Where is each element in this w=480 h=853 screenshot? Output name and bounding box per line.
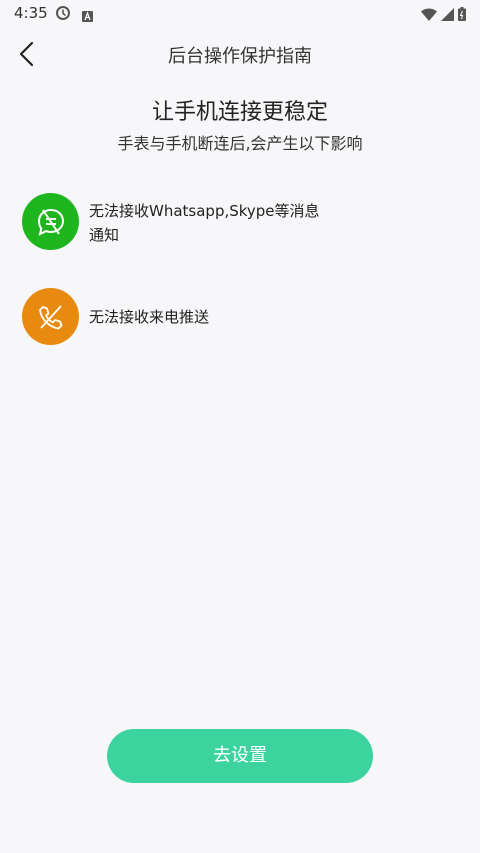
header: 后台操作保护指南 xyxy=(0,28,480,80)
impact-item-calls: 无法接收来电推送 xyxy=(22,288,462,345)
impact-text-messages: 无法接收Whatsapp,Skype等消息通知 xyxy=(89,202,320,244)
status-icons xyxy=(421,6,466,25)
phone-off-icon xyxy=(22,288,79,345)
wifi-icon xyxy=(421,6,437,25)
message-off-icon xyxy=(22,193,79,250)
status-time: 4:35 xyxy=(14,4,48,22)
sub-heading: 手表与手机断连后,会产生以下影响 xyxy=(117,134,363,153)
clock-notification-icon xyxy=(56,5,70,20)
impact-item-messages: 无法接收Whatsapp,Skype等消息通知 xyxy=(22,193,462,250)
page-title: 后台操作保护指南 xyxy=(168,46,312,67)
battery-icon xyxy=(458,6,466,25)
signal-icon xyxy=(441,6,454,25)
impact-text-calls: 无法接收来电推送 xyxy=(89,308,210,326)
go-settings-button[interactable]: 去设置 xyxy=(107,729,373,783)
main-heading: 让手机连接更稳定 xyxy=(151,100,328,125)
text-notification-icon xyxy=(82,7,93,22)
status-bar: 4:35 xyxy=(0,0,480,26)
